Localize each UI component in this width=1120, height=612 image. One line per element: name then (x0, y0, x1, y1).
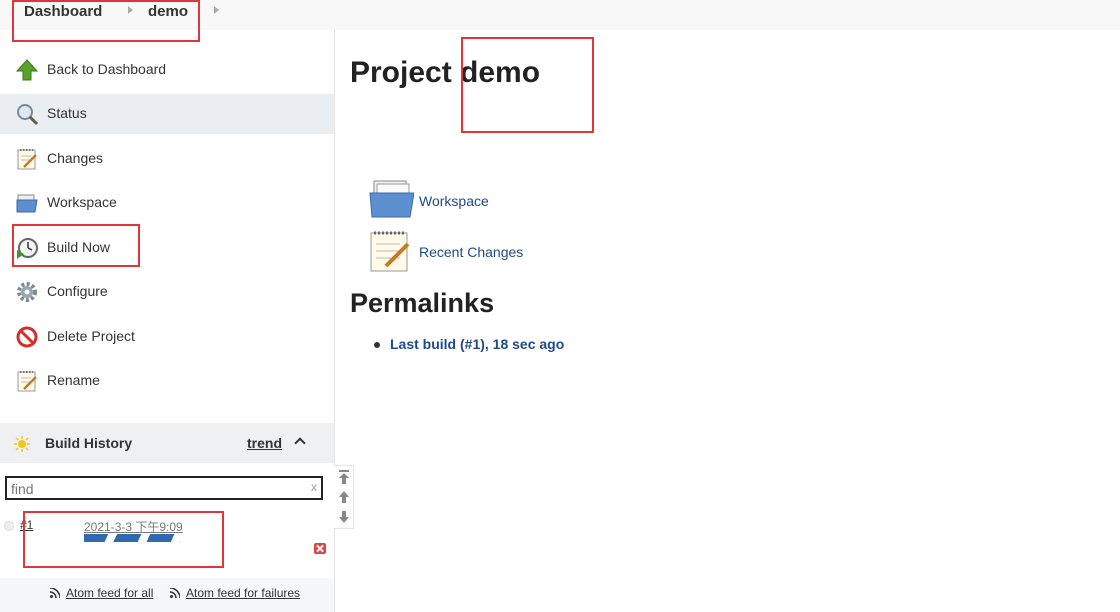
no-entry-icon (16, 326, 38, 348)
notepad-icon (17, 149, 37, 170)
build-progress-bar (84, 534, 180, 542)
scroll-down-icon[interactable] (338, 510, 350, 524)
notepad-icon (17, 371, 37, 392)
folder-icon (369, 180, 414, 218)
find-box: x (5, 476, 323, 500)
history-scroll-controls (334, 465, 354, 529)
trend-link[interactable]: trend (247, 435, 282, 451)
scroll-up-icon[interactable] (338, 490, 350, 504)
task-build-now[interactable]: Build Now (0, 228, 334, 268)
notepad-icon (370, 231, 410, 272)
task-label: Delete Project (47, 328, 135, 344)
clock-play-icon (17, 238, 38, 259)
breadcrumb-separator-icon[interactable] (214, 6, 219, 14)
magnifier-icon (17, 104, 39, 126)
task-configure[interactable]: Configure (0, 272, 334, 312)
atom-feed-all-link[interactable]: Atom feed for all (66, 586, 153, 600)
task-status[interactable]: Status (0, 94, 334, 134)
scroll-top-icon[interactable] (338, 470, 350, 484)
gear-icon (17, 282, 37, 302)
task-delete-project[interactable]: Delete Project (0, 317, 334, 357)
page-title: Project demo (350, 56, 541, 89)
folder-icon (16, 194, 38, 213)
task-workspace[interactable]: Workspace (0, 183, 334, 223)
build-history-title: Build History (45, 435, 133, 451)
task-label: Workspace (47, 194, 117, 210)
task-back-to-dashboard[interactable]: Back to Dashboard (0, 50, 334, 90)
find-input[interactable] (11, 480, 301, 498)
breadcrumb: Dashboard demo (0, 0, 1120, 30)
recent-changes-link[interactable]: Recent Changes (419, 244, 523, 260)
build-row: #1 2021-3-3 下午9:09 (0, 510, 334, 566)
feed-bar: Atom feed for all Atom feed for failures (0, 578, 334, 612)
task-label: Changes (47, 150, 104, 166)
chevron-up-icon[interactable] (294, 437, 306, 449)
build-date-link[interactable]: 2021-3-3 下午9:09 (84, 518, 183, 535)
task-label: Rename (47, 372, 100, 388)
breadcrumb-demo[interactable]: demo (148, 3, 188, 20)
atom-feed-failures-link[interactable]: Atom feed for failures (186, 586, 300, 600)
task-label: Back to Dashboard (47, 61, 167, 77)
clear-icon[interactable]: x (311, 480, 317, 494)
permalinks-heading: Permalinks (350, 288, 495, 318)
task-label: Configure (47, 283, 108, 299)
task-rename[interactable]: Rename (0, 361, 334, 401)
task-label: Build Now (47, 239, 111, 255)
sun-icon (14, 436, 30, 452)
rss-icon (170, 588, 180, 598)
task-label: Status (47, 105, 87, 121)
workspace-link[interactable]: Workspace (419, 193, 489, 209)
sidebar: Back to Dashboard Status Changes Workspa… (0, 30, 335, 612)
bullet (374, 342, 380, 348)
build-number-link[interactable]: #1 (20, 518, 33, 532)
stop-build-icon[interactable] (314, 543, 326, 554)
last-build-link[interactable]: Last build (#1), 18 sec ago (390, 336, 564, 352)
breadcrumb-separator-icon[interactable] (128, 6, 133, 14)
task-changes[interactable]: Changes (0, 139, 334, 179)
rss-icon (50, 588, 60, 598)
up-arrow-icon (15, 59, 39, 81)
build-history-header: Build History trend (0, 423, 334, 463)
build-status-icon (4, 521, 14, 531)
breadcrumb-dashboard[interactable]: Dashboard (24, 3, 102, 20)
